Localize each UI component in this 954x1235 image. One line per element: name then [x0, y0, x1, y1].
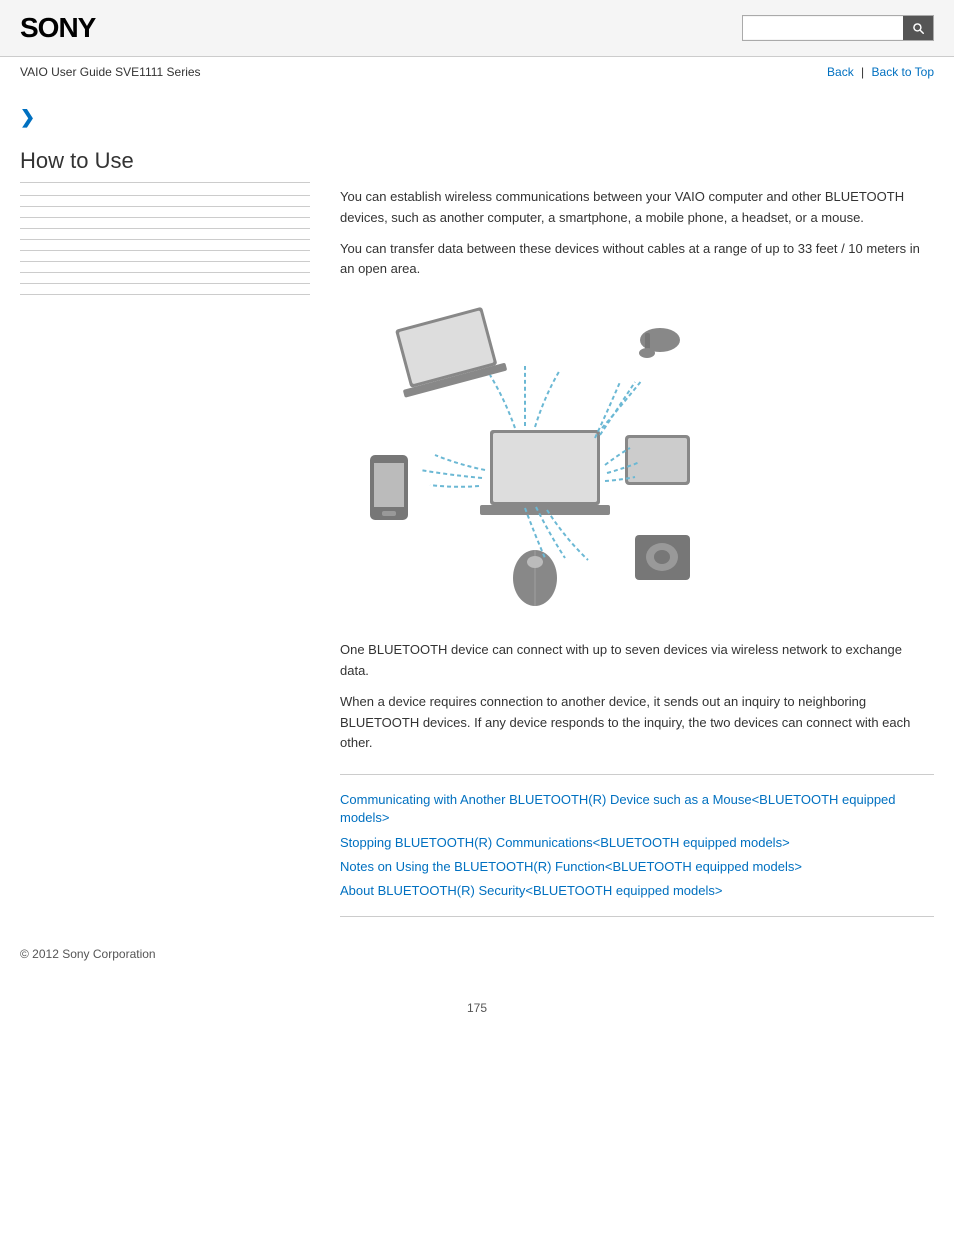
wave-top — [490, 365, 560, 428]
related-links-section: Communicating with Another BLUETOOTH(R) … — [340, 774, 934, 917]
sidebar-divider-5 — [20, 239, 310, 240]
footer: © 2012 Sony Corporation — [0, 917, 954, 981]
guide-title: VAIO User Guide SVE1111 Series — [20, 65, 201, 79]
sony-logo: SONY — [20, 12, 95, 44]
sidebar-divider-3 — [20, 217, 310, 218]
search-input[interactable] — [743, 17, 903, 39]
wave-top-right — [595, 380, 642, 438]
bluetooth-svg — [340, 300, 720, 610]
headset — [639, 328, 680, 358]
header: SONY — [0, 0, 954, 57]
search-container — [742, 15, 934, 41]
sub-header: VAIO User Guide SVE1111 Series Back | Ba… — [0, 57, 954, 87]
sidebar-divider-6 — [20, 250, 310, 251]
search-button[interactable] — [903, 16, 933, 40]
wave-left — [420, 455, 485, 487]
speaker — [635, 535, 690, 580]
section-title: How to Use — [20, 148, 310, 183]
sidebar-divider-1 — [20, 195, 310, 196]
nav-separator: | — [861, 65, 864, 79]
content-para2: You can transfer data between these devi… — [340, 239, 934, 281]
sidebar-divider-7 — [20, 261, 310, 262]
content-para1: You can establish wireless communication… — [340, 187, 934, 229]
bluetooth-illustration — [340, 300, 720, 620]
related-link-3[interactable]: Notes on Using the BLUETOOTH(R) Function… — [340, 858, 934, 876]
related-link-1[interactable]: Communicating with Another BLUETOOTH(R) … — [340, 791, 934, 827]
nav-links: Back | Back to Top — [827, 65, 934, 79]
sidebar-divider-2 — [20, 206, 310, 207]
page-number: 175 — [0, 981, 954, 1035]
phone-left — [370, 455, 408, 520]
back-link[interactable]: Back — [827, 65, 854, 79]
laptop-top-left — [387, 305, 507, 398]
sidebar-divider-10 — [20, 294, 310, 295]
chevron-right-icon: ❯ — [20, 107, 310, 128]
search-box[interactable] — [742, 15, 934, 41]
copyright-text: © 2012 Sony Corporation — [20, 947, 156, 961]
mouse — [513, 550, 557, 606]
sidebar-divider-9 — [20, 283, 310, 284]
back-to-top-link[interactable]: Back to Top — [872, 65, 934, 79]
sidebar-divider-4 — [20, 228, 310, 229]
laptop-center — [480, 430, 610, 515]
related-link-4[interactable]: About BLUETOOTH(R) Security<BLUETOOTH eq… — [340, 882, 934, 900]
sidebar: ❯ How to Use — [20, 87, 330, 917]
content-area: You can establish wireless communication… — [330, 87, 934, 917]
content-para4: When a device requires connection to ano… — [340, 692, 934, 754]
content-para3: One BLUETOOTH device can connect with up… — [340, 640, 934, 682]
search-icon — [911, 21, 925, 35]
sidebar-divider-8 — [20, 272, 310, 273]
main-container: ❯ How to Use You can establish wireless … — [0, 87, 954, 917]
related-link-2[interactable]: Stopping BLUETOOTH(R) Communications<BLU… — [340, 834, 934, 852]
